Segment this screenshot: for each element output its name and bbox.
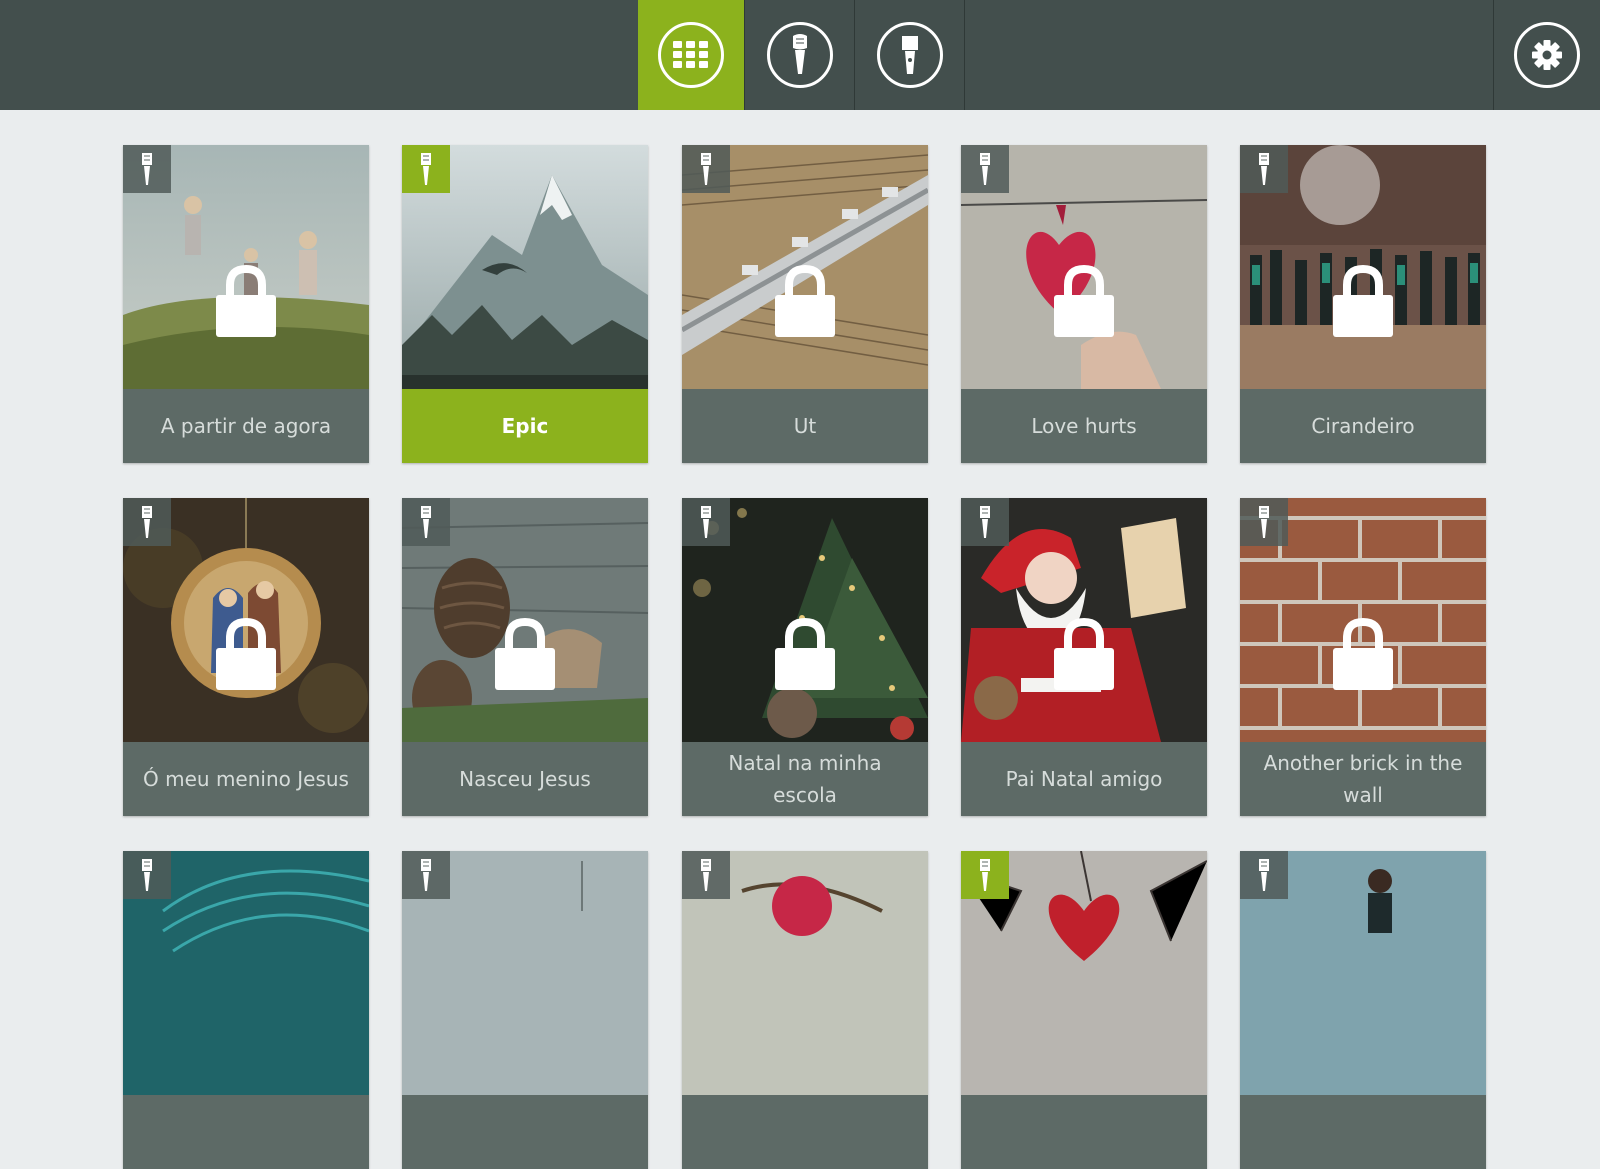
microphone-badge [1240, 851, 1288, 899]
lock-icon [495, 618, 555, 690]
song-tile[interactable] [402, 851, 648, 1169]
microphone-badge [123, 145, 171, 193]
song-tile[interactable]: Another brick in the wall [1240, 498, 1486, 816]
song-title: A partir de agora [123, 389, 369, 463]
microphone-badge [402, 145, 450, 193]
microphone-icon [142, 153, 152, 185]
microphone-badge [123, 851, 171, 899]
lock-icon [1054, 618, 1114, 690]
song-title: Epic [402, 389, 648, 463]
microphone-icon [142, 859, 152, 891]
song-grid: A partir de agora Epic Ut Love hurts Cirande… [0, 0, 1600, 1169]
microphone-icon [701, 153, 711, 185]
microphone-icon [701, 859, 711, 891]
microphone-badge [682, 851, 730, 899]
microphone-badge [682, 498, 730, 546]
microphone-badge [402, 851, 450, 899]
song-tile[interactable]: A partir de agora [123, 145, 369, 463]
song-tile[interactable] [1240, 851, 1486, 1169]
microphone-badge [1240, 145, 1288, 193]
microphone-badge [682, 145, 730, 193]
microphone-badge [123, 498, 171, 546]
song-tile[interactable]: Love hurts [961, 145, 1207, 463]
song-tile[interactable] [123, 851, 369, 1169]
lock-icon [775, 265, 835, 337]
song-tile[interactable]: Epic [402, 145, 648, 463]
lock-icon [216, 265, 276, 337]
song-title: Nasceu Jesus [402, 742, 648, 816]
song-tile[interactable]: Ut [682, 145, 928, 463]
song-title: Pai Natal amigo [961, 742, 1207, 816]
microphone-icon [701, 506, 711, 538]
microphone-icon [980, 506, 990, 538]
song-tile[interactable]: Nasceu Jesus [402, 498, 648, 816]
microphone-badge [402, 498, 450, 546]
microphone-badge [961, 145, 1009, 193]
song-title: Natal na minha escola [682, 742, 928, 816]
microphone-icon [421, 506, 431, 538]
microphone-icon [980, 153, 990, 185]
song-title: Ut [682, 389, 928, 463]
microphone-icon [1259, 153, 1269, 185]
song-title: Another brick in the wall [1240, 742, 1486, 816]
song-tile[interactable]: Ó meu menino Jesus [123, 498, 369, 816]
microphone-icon [421, 153, 431, 185]
song-tile[interactable] [682, 851, 928, 1169]
lock-icon [1333, 265, 1393, 337]
song-tile[interactable]: Cirandeiro [1240, 145, 1486, 463]
song-title: Cirandeiro [1240, 389, 1486, 463]
song-title: Ó meu menino Jesus [123, 742, 369, 816]
microphone-icon [1259, 859, 1269, 891]
lock-icon [1333, 618, 1393, 690]
microphone-icon [421, 859, 431, 891]
microphone-badge [961, 498, 1009, 546]
microphone-icon [1259, 506, 1269, 538]
microphone-icon [980, 859, 990, 891]
microphone-icon [142, 506, 152, 538]
song-tile[interactable]: Natal na minha escola [682, 498, 928, 816]
lock-icon [775, 618, 835, 690]
song-title: Love hurts [961, 389, 1207, 463]
microphone-badge [1240, 498, 1288, 546]
lock-icon [216, 618, 276, 690]
song-tile[interactable]: Pai Natal amigo [961, 498, 1207, 816]
lock-icon [1054, 265, 1114, 337]
microphone-badge [961, 851, 1009, 899]
song-tile[interactable] [961, 851, 1207, 1169]
